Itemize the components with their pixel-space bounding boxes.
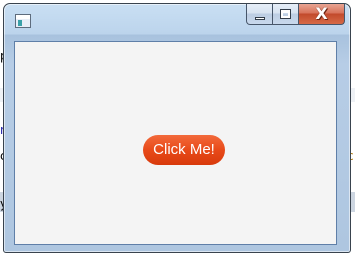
- caption-buttons: X: [246, 4, 345, 26]
- close-icon: X: [315, 4, 328, 23]
- maximize-button[interactable]: [273, 4, 299, 25]
- click-me-button[interactable]: Click Me!: [143, 135, 225, 165]
- app-window: X Click Me!: [3, 3, 351, 253]
- maximize-icon: [280, 9, 291, 19]
- close-button[interactable]: X: [299, 4, 345, 25]
- minimize-icon: [255, 17, 265, 20]
- app-window-icon[interactable]: [15, 14, 31, 28]
- title-bar[interactable]: X: [4, 4, 350, 38]
- minimize-button[interactable]: [246, 4, 273, 25]
- window-client-area: Click Me!: [14, 41, 337, 245]
- app-icon-accent: [18, 20, 22, 26]
